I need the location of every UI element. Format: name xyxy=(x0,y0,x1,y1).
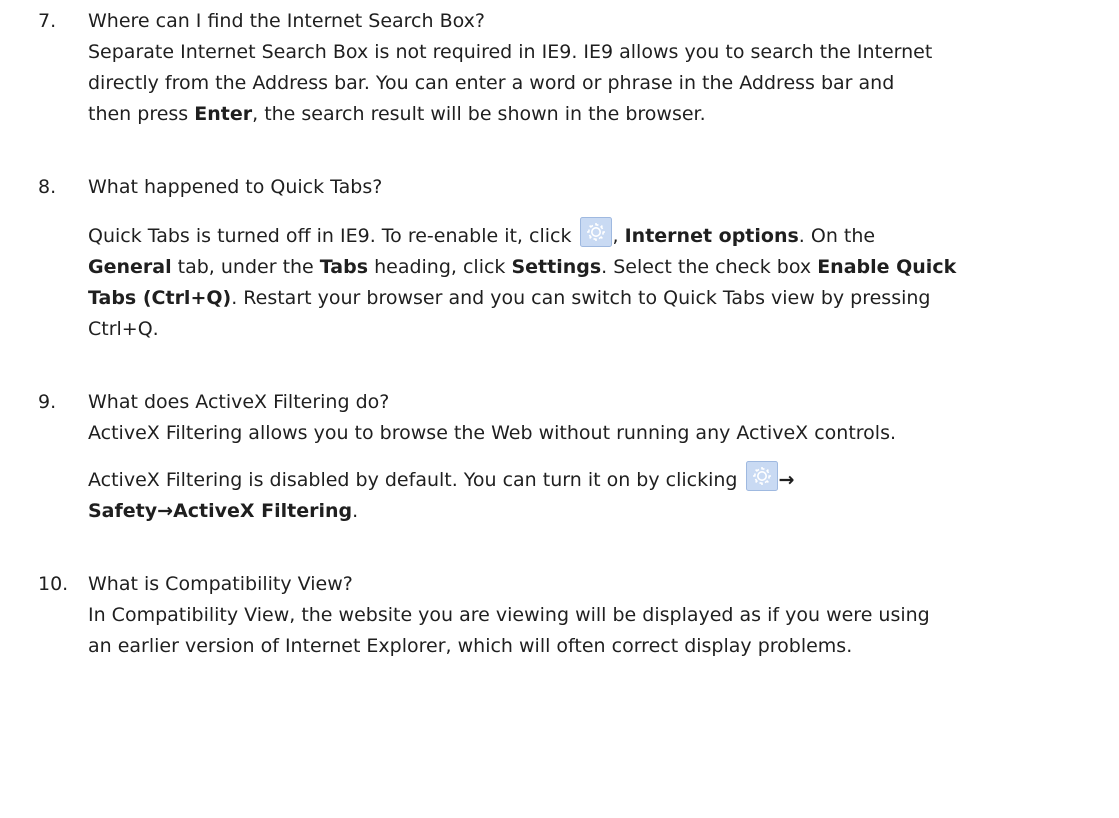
item-number: 9. xyxy=(38,391,57,413)
answer-text: tab, under the xyxy=(171,256,320,278)
faq-item-8: 8. What happened to Quick Tabs? Quick Ta… xyxy=(38,172,1113,345)
answer-text: . xyxy=(352,500,359,522)
bold-term: Tabs (Ctrl+Q) xyxy=(88,287,232,309)
faq-item-7: 7. Where can I find the Internet Search … xyxy=(38,6,1113,130)
answer-text: . Restart your browser and you can switc… xyxy=(231,287,931,309)
bold-term: Enable Quick xyxy=(817,256,957,278)
answer-text: . Select the check box xyxy=(601,256,818,278)
answer-text: . On the xyxy=(798,225,876,247)
faq-item-10: 10. What is Compatibility View? In Compa… xyxy=(38,569,1113,662)
arrow-right-icon: → xyxy=(157,500,174,522)
answer-line: In Compatibility View, the website you a… xyxy=(88,604,930,626)
item-number: 7. xyxy=(38,10,57,32)
bold-term: General xyxy=(88,256,172,278)
answer-line: Quick Tabs is turned off in IE9. To re-e… xyxy=(88,217,1113,252)
key-enter: Enter xyxy=(194,103,253,125)
faq-item-9: 9. What does ActiveX Filtering do? Activ… xyxy=(38,387,1113,527)
answer-line: then press Enter, the search result will… xyxy=(88,99,1113,130)
answer-text: , the search result will be shown in the… xyxy=(252,103,706,125)
answer-line: Separate Internet Search Box is not requ… xyxy=(88,41,933,63)
menu-path-activex-filtering: ActiveX Filtering xyxy=(173,500,353,522)
answer-line: Ctrl+Q. xyxy=(88,318,159,340)
item-number: 8. xyxy=(38,176,57,198)
menu-path-safety: Safety xyxy=(88,500,158,522)
answer-text: Quick Tabs is turned off in IE9. To re-e… xyxy=(88,225,578,247)
answer-line: Safety→ActiveX Filtering. xyxy=(88,496,1113,527)
gear-icon xyxy=(745,461,778,491)
answer-text: ActiveX Filtering is disabled by default… xyxy=(88,469,744,491)
answer-line: directly from the Address bar. You can e… xyxy=(88,72,895,94)
answer-line: an earlier version of Internet Explorer,… xyxy=(88,635,853,657)
bold-term: Settings xyxy=(511,256,602,278)
gear-icon xyxy=(579,217,612,247)
bold-term: Internet options xyxy=(624,225,799,247)
item-number: 10. xyxy=(38,573,69,595)
question-text: What happened to Quick Tabs? xyxy=(88,176,383,198)
answer-text: then press xyxy=(88,103,195,125)
answer-line: ActiveX Filtering allows you to browse t… xyxy=(88,422,897,444)
answer-line: General tab, under the Tabs heading, cli… xyxy=(88,252,1113,283)
bold-term: Tabs xyxy=(319,256,369,278)
question-text: What is Compatibility View? xyxy=(88,573,353,595)
answer-line: Tabs (Ctrl+Q). Restart your browser and … xyxy=(88,283,1113,314)
answer-text: , xyxy=(612,225,625,247)
answer-text: heading, click xyxy=(368,256,512,278)
arrow-right-icon: → xyxy=(778,469,795,491)
question-text: What does ActiveX Filtering do? xyxy=(88,391,390,413)
faq-list: 7. Where can I find the Internet Search … xyxy=(38,0,1113,662)
answer-line: ActiveX Filtering is disabled by default… xyxy=(88,461,1113,496)
question-text: Where can I find the Internet Search Box… xyxy=(88,10,485,32)
